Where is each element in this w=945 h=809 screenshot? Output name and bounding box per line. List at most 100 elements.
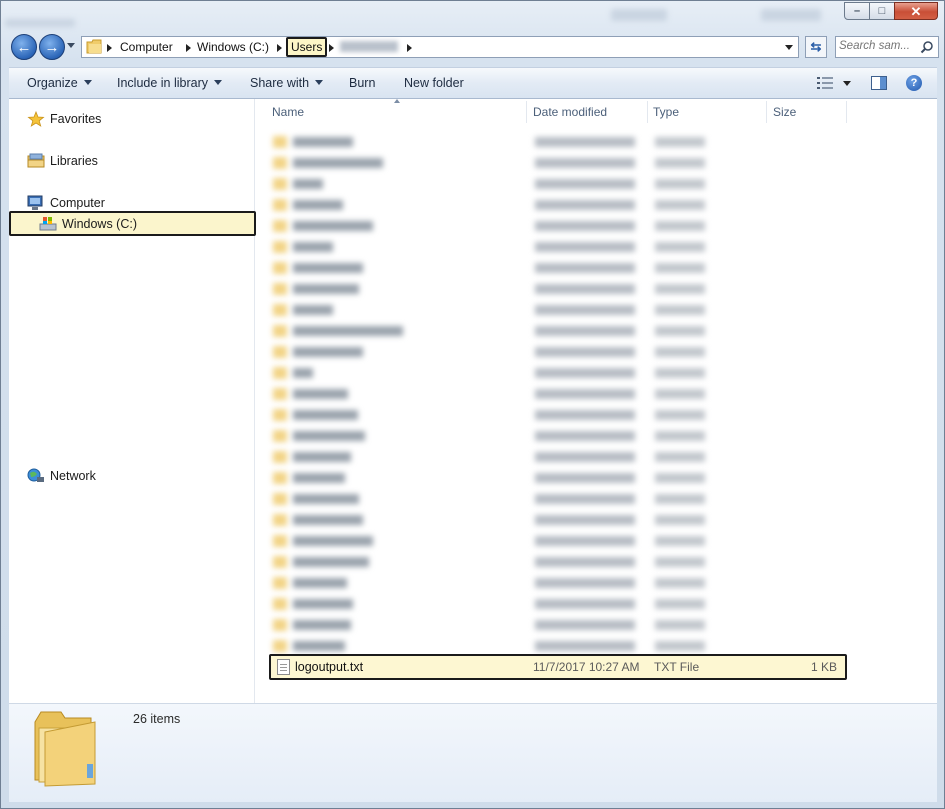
nav-libraries-label: Libraries (50, 154, 98, 168)
star-icon (27, 111, 45, 127)
redacted-row (273, 177, 705, 191)
chevron-down-icon (785, 44, 793, 50)
minimize-button[interactable]: – (844, 2, 870, 20)
nav-windows-c[interactable]: Windows (C:) (39, 216, 137, 232)
column-date-modified[interactable]: Date modified (533, 105, 607, 119)
share-with-button[interactable]: Share with (250, 76, 324, 90)
folder-icon (34, 711, 96, 787)
nav-computer-label: Computer (50, 196, 105, 210)
search-icon[interactable] (920, 40, 934, 54)
column-divider[interactable] (766, 101, 767, 123)
redacted-row (273, 345, 705, 359)
breadcrumb-user-redacted[interactable] (340, 41, 398, 52)
view-dropdown[interactable] (837, 74, 857, 92)
breadcrumb-users[interactable]: Users (286, 37, 328, 57)
redacted-row (273, 492, 705, 506)
file-name: logoutput.txt (295, 660, 364, 674)
forward-arrow-icon: → (44, 38, 60, 56)
nav-favorites[interactable]: Favorites (27, 111, 101, 127)
redacted-row (273, 261, 705, 275)
breadcrumb-separator[interactable] (277, 44, 282, 52)
file-list: Name Date modified Type Size logoutput.t… (255, 99, 937, 703)
details-view-icon (817, 77, 833, 89)
column-divider[interactable] (647, 101, 648, 123)
redacted-row (273, 534, 705, 548)
maximize-button[interactable]: □ (869, 2, 895, 20)
column-size[interactable]: Size (773, 105, 796, 119)
include-in-library-button[interactable]: Include in library (117, 76, 223, 90)
chevron-down-icon (214, 80, 223, 85)
blurred-background (761, 9, 821, 21)
redacted-row (273, 240, 705, 254)
chevron-down-icon (843, 80, 851, 86)
redacted-row (273, 135, 705, 149)
preview-pane-icon (871, 76, 887, 90)
breadcrumb-separator[interactable] (329, 44, 334, 52)
close-button[interactable]: ✕ (894, 2, 938, 20)
nav-computer[interactable]: Computer (27, 195, 105, 211)
help-icon: ? (910, 77, 918, 89)
recent-pages-dropdown[interactable] (67, 43, 75, 48)
forward-button[interactable]: → (39, 34, 65, 60)
organize-button[interactable]: Organize (27, 76, 92, 90)
preview-pane-button[interactable] (869, 74, 889, 92)
address-bar[interactable]: Computer Windows (C:) Users (81, 36, 799, 58)
refresh-icon: ⇆ (810, 39, 822, 54)
chevron-down-icon (315, 80, 324, 85)
file-date-modified: 11/7/2017 10:27 AM (533, 660, 640, 674)
include-in-library-label: Include in library (117, 76, 209, 90)
redacted-row (273, 366, 705, 380)
close-icon: ✕ (910, 3, 922, 19)
nav-favorites-label: Favorites (50, 112, 102, 126)
folder-icon (86, 39, 102, 54)
redacted-row (273, 387, 705, 401)
command-bar: Organize Include in library Share with B… (9, 67, 937, 99)
burn-button[interactable]: Burn (349, 76, 375, 90)
redacted-row (273, 513, 705, 527)
organize-label: Organize (27, 76, 78, 90)
redacted-row (273, 282, 705, 296)
column-header: Name Date modified Type Size (255, 99, 855, 125)
details-pane: 26 items (9, 704, 937, 802)
redacted-row (273, 324, 705, 338)
explorer-window: – □ ✕ ← → Computer Windows (C:) Users ⇆ (0, 0, 945, 809)
back-arrow-icon: ← (16, 38, 32, 56)
text-file-icon (277, 659, 290, 675)
sort-ascending-icon (394, 99, 400, 103)
redacted-row (273, 156, 705, 170)
minimize-icon: – (853, 4, 861, 17)
item-count: 26 items (133, 712, 181, 726)
breadcrumb-separator[interactable] (407, 44, 412, 52)
column-name[interactable]: Name (272, 105, 304, 119)
column-divider[interactable] (846, 101, 847, 123)
back-button[interactable]: ← (11, 34, 37, 60)
nav-libraries[interactable]: Libraries (27, 153, 98, 169)
redacted-row (273, 429, 705, 443)
breadcrumb-separator[interactable] (107, 44, 112, 52)
column-type[interactable]: Type (653, 105, 679, 119)
view-options-button[interactable] (815, 74, 835, 92)
computer-icon (27, 195, 43, 210)
address-history-dropdown[interactable] (780, 37, 798, 57)
libraries-icon (27, 153, 45, 168)
breadcrumb-separator[interactable] (186, 44, 191, 52)
nav-network[interactable]: Network (27, 468, 96, 484)
column-divider[interactable] (526, 101, 527, 123)
redacted-row (273, 471, 705, 485)
help-button[interactable]: ? (906, 75, 922, 91)
refresh-button[interactable]: ⇆ (805, 36, 827, 58)
file-row-logoutput[interactable]: logoutput.txt 11/7/2017 10:27 AM TXT Fil… (269, 654, 847, 680)
network-icon (27, 468, 44, 482)
nav-network-label: Network (50, 469, 96, 483)
breadcrumb-computer[interactable]: Computer (120, 40, 173, 54)
blurred-background (5, 19, 75, 27)
breadcrumb-windows-c[interactable]: Windows (C:) (197, 40, 269, 54)
search-input[interactable] (839, 39, 917, 53)
maximize-icon: □ (878, 4, 886, 17)
redacted-row (273, 597, 705, 611)
redacted-row (273, 555, 705, 569)
redacted-row (273, 219, 705, 233)
new-folder-button[interactable]: New folder (404, 76, 464, 90)
navigation-row: ← → Computer Windows (C:) Users ⇆ (9, 34, 939, 60)
search-box[interactable] (835, 36, 939, 58)
